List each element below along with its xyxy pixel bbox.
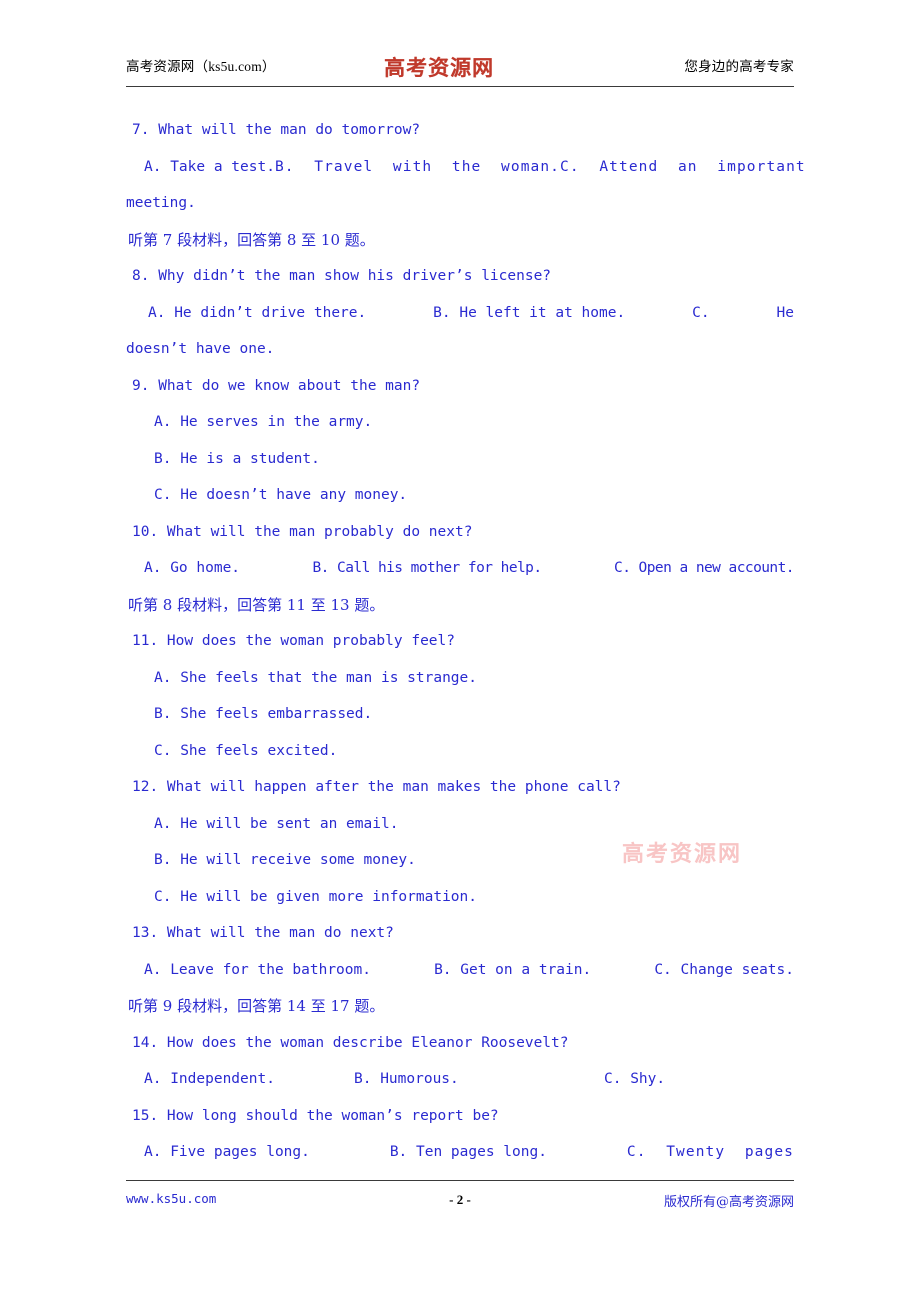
question-8-option-c: C. — [692, 304, 710, 321]
question-9-option-c: C. He doesn’t have any money. — [154, 487, 408, 503]
question-14-stem: 14. How does the woman describe Eleanor … — [132, 1034, 569, 1051]
question-8-option-c-tail: He — [776, 304, 794, 321]
question-10-stem: 10. What will the man probably do next? — [132, 523, 473, 540]
question-15-option-b: B. Ten pages long. — [389, 1144, 547, 1160]
question-10-options: A. Go home. B. Call his mother for help.… — [126, 550, 795, 587]
question-13-option-c: C. Change seats. — [654, 961, 794, 978]
question-9-stem: 9. What do we know about the man? — [132, 377, 421, 394]
question-15-option-a: A. Five pages long. — [144, 1144, 310, 1160]
header-tagline: 您身边的高考专家 — [684, 59, 794, 74]
document-page: 高考资源网（ks5u.com） 高考资源网 您身边的高考专家 7. What w… — [0, 0, 920, 1302]
question-7-option-c-wrap: meeting. — [126, 195, 196, 211]
question-11-option-a: A. She feels that the man is strange. — [154, 669, 478, 686]
question-10-option-a: A. Go home. — [144, 560, 241, 576]
question-14-options: A. Independent. B. Humorous. C. Shy. — [126, 1061, 794, 1098]
footer-divider — [126, 1180, 794, 1181]
header-site-name: 高考资源网（ks5u.com） — [126, 59, 276, 74]
question-7-stem: 7. What will the man do tomorrow? — [132, 122, 421, 138]
listening-direction-9: 听第 9 段材料，回答第 14 至 17 题。 — [128, 997, 385, 1015]
question-7-option-c: C. Attend an important — [560, 158, 806, 175]
question-12-stem: 12. What will happen after the man makes… — [132, 779, 621, 795]
question-10-option-c: C. Open a new account. — [614, 560, 795, 576]
question-10-option-b: B. Call his mother for help. — [312, 560, 543, 576]
question-11-option-b: B. She feels embarrassed. — [154, 706, 373, 722]
question-11-stem: 11. How does the woman probably feel? — [132, 633, 456, 649]
question-13-option-b: B. Get on a train. — [434, 961, 592, 978]
question-14-option-a: A. Independent. — [144, 1071, 275, 1087]
question-8-option-c-wrap: doesn’t have one. — [126, 341, 275, 357]
footer-copyright: 版权所有@高考资源网 — [663, 1195, 794, 1210]
question-12-option-c: C. He will be given more information. — [154, 888, 478, 905]
question-11-option-c: C. She feels excited. — [154, 742, 338, 759]
question-14-option-b: B. Humorous. — [354, 1071, 459, 1087]
question-8-option-b: B. He left it at home. — [433, 304, 626, 321]
exam-questions-body: 7. What will the man do tomorrow? A. Tak… — [126, 112, 805, 1171]
listening-direction-8: 听第 8 段材料，回答第 11 至 13 题。 — [128, 595, 385, 614]
question-9-option-a: A. He serves in the army. — [154, 414, 373, 430]
question-8-stem: 8. Why didn’t the man show his driver’s … — [132, 268, 552, 284]
listening-direction-7: 听第 7 段材料，回答第 8 至 10 题。 — [128, 230, 375, 249]
question-9-option-b: B. He is a student. — [154, 450, 320, 467]
question-14-option-c: C. Shy. — [604, 1071, 666, 1087]
question-8-option-a: A. He didn’t drive there. — [148, 304, 367, 321]
question-15-option-c: C. Twenty pages — [626, 1144, 794, 1160]
question-15-stem: 15. How long should the woman’s report b… — [132, 1107, 499, 1124]
header-logo: 高考资源网 — [384, 55, 494, 80]
question-13-option-a: A. Leave for the bathroom. — [144, 961, 371, 978]
page-header: 高考资源网（ks5u.com） 高考资源网 您身边的高考专家 — [126, 52, 794, 86]
question-8-options: A. He didn’t drive there. B. He left it … — [126, 295, 794, 332]
question-7-option-b: B. Travel with the woman. — [274, 158, 561, 175]
question-13-options: A. Leave for the bathroom. B. Get on a t… — [126, 952, 794, 989]
header-divider — [126, 86, 794, 87]
question-15-options: A. Five pages long. B. Ten pages long. C… — [126, 1134, 794, 1171]
question-13-stem: 13. What will the man do next? — [132, 925, 394, 941]
question-7-options: A. Take a test. B. Travel with the woman… — [126, 149, 805, 186]
question-7-option-a: A. Take a test. — [144, 158, 275, 175]
page-watermark: 高考资源网 — [622, 841, 743, 867]
page-footer: www.ks5u.com - 2 - 版权所有@高考资源网 — [126, 1189, 794, 1215]
